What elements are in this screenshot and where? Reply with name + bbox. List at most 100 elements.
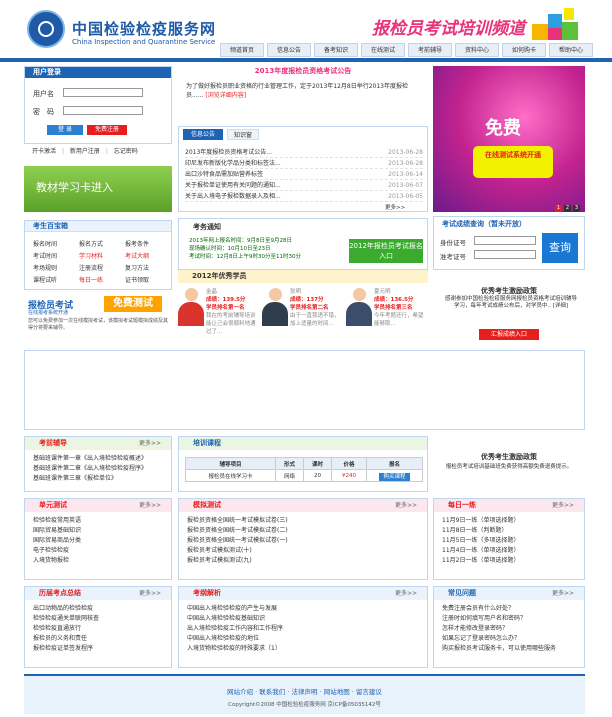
toolbox-item[interactable]: 复习方法 xyxy=(125,263,171,275)
forgot-password-link[interactable]: 忘记密码 xyxy=(114,148,138,155)
list-item[interactable]: 出入境检验检疫工作内容和工作程序 xyxy=(187,624,427,634)
list-item[interactable]: 11月8日一练（判断题） xyxy=(442,526,584,536)
news-item[interactable]: 关于出入境电子报检数据录入及相... 2013-06-05 xyxy=(185,191,423,202)
toolbox-item[interactable]: 报名时间 xyxy=(33,239,79,251)
unit-test-more-link[interactable]: 更多>> xyxy=(139,499,161,512)
news-item[interactable]: 出口沙特食品需加贴营养标签 2013-06-14 xyxy=(185,169,423,180)
list-item[interactable]: 注册时如何填写用户名和密码？ xyxy=(442,614,584,624)
tab-notice[interactable]: 信息公告 xyxy=(183,129,223,140)
list-item[interactable]: 购买报检员考试服务卡，可以使用哪些服务 xyxy=(442,644,584,654)
login-button[interactable]: 登 录 xyxy=(47,125,83,135)
exam-register-button[interactable]: 2012年报检员考试报名入口 xyxy=(349,239,423,263)
notice-detail-link[interactable]: [浏览详细内容] xyxy=(205,92,246,99)
list-item[interactable]: 11月2日一练（单项选择题） xyxy=(442,556,584,566)
list-item[interactable]: 检验检疫通关单联网核查 xyxy=(33,614,171,624)
toolbox-item[interactable]: 课程试听 xyxy=(33,275,79,287)
ad-banner[interactable]: 免费 在线测试系统开通 1 2 3 xyxy=(433,66,585,212)
ad-page-3[interactable]: 3 xyxy=(573,205,580,212)
student-card[interactable]: 夏元明 成绩：136.5分 学员排名第三名 今年考题还行，希望能够取... xyxy=(346,288,428,344)
tab-knowledge[interactable]: 知识窗 xyxy=(227,129,259,140)
nav-coaching[interactable]: 考前辅导 xyxy=(408,43,452,57)
list-item[interactable]: 入境货物检验检疫的特殊要求（1） xyxy=(187,644,427,654)
list-item[interactable]: 电子检验检疫 xyxy=(33,546,171,556)
list-item[interactable]: 国际贸易基础知识 xyxy=(33,526,171,536)
list-item[interactable]: 出口动物品的检验检疫 xyxy=(33,604,171,614)
student-card[interactable]: 金晶 成绩：139.5分 学员排名第一名 我在的考前辅导培训能让己会很顺利地通过… xyxy=(178,288,260,344)
news-item[interactable]: 印尼发布新版化学品分类和标签法... 2013-06-28 xyxy=(185,158,423,169)
site-logo[interactable] xyxy=(27,10,65,48)
list-item[interactable]: 检验检疫直通放行 xyxy=(33,624,171,634)
list-item[interactable]: 中国出入境检验检疫的产生与发展 xyxy=(187,604,427,614)
username-input[interactable] xyxy=(63,88,143,97)
list-item[interactable]: 基础班课件第三章《报检单位》 xyxy=(33,474,171,484)
list-item[interactable]: 怎样才能修改登录密码？ xyxy=(442,624,584,634)
list-item[interactable]: 11月9日一练（单项选择题） xyxy=(442,516,584,526)
list-item[interactable]: 国际贸易商品分类 xyxy=(33,536,171,546)
list-item[interactable]: 如果忘记了登录密码怎么办？ xyxy=(442,634,584,644)
faq-more-link[interactable]: 更多>> xyxy=(552,587,574,600)
list-item[interactable]: 报检员资格全国统一考试模拟试卷(一) xyxy=(187,536,427,546)
password-input[interactable] xyxy=(63,106,143,115)
student-card[interactable]: 张明 成绩：137分 学员排名第二名 由于一直我语不错，加上适量的时间... xyxy=(262,288,344,344)
mock-test-promo[interactable]: 报检员考试 在线报考系统开通 免费测试 您可以免费参加一次在线模拟考试，该模拟考… xyxy=(24,294,172,344)
list-item[interactable]: 中国出入境检验检疫的地位 xyxy=(187,634,427,644)
toolbox-item[interactable]: 考试时间 xyxy=(33,251,79,263)
nav-help[interactable]: 帮助中心 xyxy=(549,43,593,57)
list-item[interactable]: 免费注册会员有什么好处？ xyxy=(442,604,584,614)
list-item[interactable]: 报检员考试模拟测试(九) xyxy=(187,556,427,566)
list-item[interactable]: 报检员的义务和责任 xyxy=(33,634,171,644)
coaching-title: 考前辅导 xyxy=(39,439,67,447)
site-name[interactable]: 中国检验检疫服务网 xyxy=(72,18,216,39)
toolbox-item[interactable]: 注册流程 xyxy=(79,263,125,275)
report-score-button[interactable]: 汇报成绩入口 xyxy=(479,329,539,340)
list-item[interactable]: 基础班课件第一章《出入境检验检疫概述》 xyxy=(33,454,171,464)
list-item[interactable]: 报检员资格全国统一考试模拟试卷(三) xyxy=(187,516,427,526)
nav-buy-card[interactable]: 如何购卡 xyxy=(502,43,546,57)
analysis-more-link[interactable]: 更多>> xyxy=(395,587,417,600)
id-number-input[interactable] xyxy=(474,236,536,245)
footer-links[interactable]: 网站介绍 · 联系我们 · 法律声明 · 网站地图 · 留言建议 xyxy=(24,686,585,696)
notice-title[interactable]: 2013年度报检员资格考试公告 xyxy=(178,66,428,76)
list-item[interactable]: 检验检疫常用英语 xyxy=(33,516,171,526)
mock-exam-more-link[interactable]: 更多>> xyxy=(395,499,417,512)
key-points-more-link[interactable]: 更多>> xyxy=(139,587,161,600)
ad-page-2[interactable]: 2 xyxy=(564,205,571,212)
news-date: 2013-06-05 xyxy=(388,193,423,200)
news-item[interactable]: 2013年度报检员资格考试公告... 2013-06-28 xyxy=(185,147,423,158)
toolbox-item[interactable]: 报名方式 xyxy=(79,239,125,251)
coaching-more-link[interactable]: 更多>> xyxy=(139,437,161,450)
list-item[interactable]: 11月5日一练（多项选择题） xyxy=(442,536,584,546)
daily-more-link[interactable]: 更多>> xyxy=(552,499,574,512)
news-title: 出口沙特食品需加贴营养标签 xyxy=(185,171,264,178)
list-item[interactable]: 报检检疫证单签发程序 xyxy=(33,644,171,654)
toolbox-item[interactable]: 每日一练 xyxy=(79,275,125,287)
student-score: 成绩：136.5分 xyxy=(374,297,414,303)
news-item[interactable]: 关于报检单证使用有关问题的通知... 2013-06-07 xyxy=(185,180,423,191)
activate-card-link[interactable]: 开卡激活 xyxy=(32,148,56,155)
buy-course-button[interactable]: 购买课程 xyxy=(379,472,410,481)
study-card-entry[interactable]: 教材学习卡进入 xyxy=(24,166,172,212)
news-more-link[interactable]: 更多>> xyxy=(385,203,405,211)
list-item[interactable]: 报检员考试模拟测试(十) xyxy=(187,546,427,556)
toolbox-item[interactable]: 考场规则 xyxy=(33,263,79,275)
nav-notice[interactable]: 信息公告 xyxy=(267,43,311,57)
list-item[interactable]: 11月4日一练（单项选择题） xyxy=(442,546,584,556)
nav-online-test[interactable]: 在线测试 xyxy=(361,43,405,57)
list-item[interactable]: 入境货物报检 xyxy=(33,556,171,566)
ticket-number-input[interactable] xyxy=(474,250,536,259)
list-item[interactable]: 报检员资格全国统一考试模拟试卷(二) xyxy=(187,526,427,536)
list-item[interactable]: 基础班课件第二章《出入境检验检疫程序》 xyxy=(33,464,171,474)
ad-page-1[interactable]: 1 xyxy=(555,205,562,212)
query-button[interactable]: 查询 xyxy=(542,233,578,263)
toolbox-item[interactable]: 报考条件 xyxy=(125,239,171,251)
nav-knowledge[interactable]: 备考知识 xyxy=(314,43,358,57)
new-user-register-link[interactable]: 新用户注册 xyxy=(70,148,100,155)
toolbox-item[interactable]: 证书领取 xyxy=(125,275,171,287)
list-item[interactable]: 中国出入境检验检疫基础知识 xyxy=(187,614,427,624)
nav-resources[interactable]: 资料中心 xyxy=(455,43,499,57)
toolbox-item[interactable]: 考试大纲 xyxy=(125,251,171,263)
training-policy: 优秀考生激励政策 报检员考试培训基础班免费获得高额免费退费提示。 xyxy=(433,452,585,471)
toolbox-item[interactable]: 学习材料 xyxy=(79,251,125,263)
register-button[interactable]: 免费注册 xyxy=(87,125,127,135)
nav-home[interactable]: 频道首页 xyxy=(220,43,264,57)
